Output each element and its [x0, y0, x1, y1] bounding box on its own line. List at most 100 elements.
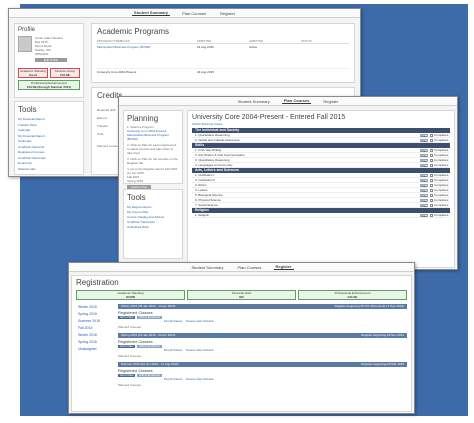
- completes-label: Completes: [434, 202, 449, 207]
- plan-button[interactable]: Plan: [420, 148, 428, 153]
- tab-plan-courses[interactable]: Plan Courses: [281, 98, 312, 104]
- completes-checkbox[interactable]: [430, 148, 433, 152]
- completes-checkbox[interactable]: [430, 158, 433, 162]
- registration-title: Registration: [76, 278, 119, 287]
- tab-student-summary[interactable]: Student Summary: [189, 265, 225, 270]
- requirement-row: 7. Social Science Plan Completes: [192, 203, 450, 208]
- edit-enrollment-button[interactable]: Edit an Enrollment: [137, 316, 162, 320]
- completes-label: Completes: [434, 137, 449, 142]
- tab-register[interactable]: Register: [218, 11, 237, 16]
- planning-step: 2. Click on Plan for each requirement to…: [127, 143, 177, 155]
- edit-enrollment-button[interactable]: Edit an Enrollment: [137, 374, 162, 378]
- sidebar-item-term[interactable]: Spring 2015: [76, 311, 118, 318]
- plan-button-label: Plan: [421, 194, 427, 198]
- requirement-label[interactable]: 4. Languages of Community: [195, 163, 420, 168]
- sidebar-item-term[interactable]: Fall 2015: [76, 325, 118, 332]
- add-class-button[interactable]: Add a Class: [118, 345, 136, 349]
- program-link[interactable]: Metropolitan Business Program (BUSM): [127, 133, 179, 141]
- sidebar-item-term[interactable]: Summer 2015: [76, 318, 118, 325]
- plan-button-label: Plan: [421, 174, 427, 178]
- desktop: Student Summary Plan Courses Register Pr…: [0, 0, 474, 423]
- plan-button[interactable]: Plan: [420, 178, 428, 183]
- add-class-button[interactable]: Add a Class: [118, 374, 136, 378]
- plan-button[interactable]: Plan: [420, 203, 428, 208]
- planned-courses-label: Planned Courses: [118, 383, 142, 387]
- plan-button[interactable]: Plan: [420, 193, 428, 198]
- plan-button-label: Plan: [421, 199, 427, 203]
- plan-button[interactable]: Plan: [420, 158, 428, 163]
- planned-courses-label: Planned Courses: [118, 354, 142, 358]
- completes-checkbox[interactable]: [430, 163, 433, 167]
- requirement-label[interactable]: 1. Religion: [195, 213, 420, 218]
- tab-register[interactable]: Register: [273, 264, 294, 270]
- term-register-date: Register beginning 03 Mar 2015: [361, 362, 404, 366]
- tab-plan-courses[interactable]: Plan Courses: [235, 265, 263, 270]
- plan-button[interactable]: Plan: [420, 213, 428, 218]
- completes-checkbox[interactable]: [430, 198, 433, 202]
- top-nav: Student Summary Plan Courses Register: [69, 263, 414, 272]
- completes-checkbox[interactable]: [430, 138, 433, 142]
- completes-checkbox[interactable]: [430, 213, 433, 217]
- status-badge: Financial Hold NO: [187, 290, 296, 300]
- requirement-label[interactable]: 7. Social Science: [195, 203, 420, 208]
- plan-button[interactable]: Plan: [420, 153, 428, 158]
- plan-button-label: Plan: [421, 204, 427, 208]
- completes-checkbox[interactable]: [430, 183, 433, 187]
- drop-all-classes-link[interactable]: Drop All Classes: [164, 320, 182, 323]
- drop-all-classes-link[interactable]: Drop All Classes: [164, 378, 182, 381]
- sidebar-item-term[interactable]: Spring 2016: [76, 339, 118, 346]
- completes-checkbox[interactable]: [430, 153, 433, 157]
- plan-button[interactable]: Plan: [420, 183, 428, 188]
- edit-enrollment-button[interactable]: Edit an Enrollment: [137, 345, 162, 349]
- planning-title: Planning: [127, 114, 159, 123]
- tool-link[interactable]: Unfinished Work: [127, 225, 179, 230]
- term-actions: Add a Class Edit an EnrollmentDrop All Cl…: [118, 374, 407, 382]
- term-register-date: Register beginning 05 Oct 2014 (ends 17 …: [334, 304, 404, 308]
- reserve-schedule-link[interactable]: Reserve Class Schedule: [186, 320, 213, 323]
- edit-profile-button[interactable]: Edit Profile: [35, 58, 67, 62]
- completes-checkbox[interactable]: [430, 178, 433, 182]
- requirements-title: University Core 2004-Present - Entered F…: [192, 114, 346, 121]
- sidebar-item-term[interactable]: Winter 2015: [76, 304, 118, 311]
- status-badge: Finance Group FALSE: [50, 68, 80, 78]
- add-class-button[interactable]: Add a Class: [118, 316, 136, 320]
- switch-planning-views-link[interactable]: Switch Planning Views: [192, 122, 450, 126]
- term-register-date: Register beginning 19 Nov 2014: [361, 333, 404, 337]
- reserve-schedule-link[interactable]: Reserve Class Schedule: [186, 378, 213, 381]
- tab-student-summary[interactable]: Student Summary: [131, 10, 171, 16]
- plan-button[interactable]: Plan: [420, 198, 428, 203]
- programs-title: Academic Programs: [97, 27, 170, 36]
- requirement-sections: The Individual and Society 1. Quantitativ…: [192, 128, 450, 218]
- plan-button[interactable]: Plan: [420, 173, 428, 178]
- registered-classes-label: Registered Classes: [118, 368, 153, 373]
- requirement-label[interactable]: 2. Global and Cultural Awareness: [195, 138, 420, 143]
- status-badge: Academic Standing GOOD: [76, 290, 185, 300]
- tool-link[interactable]: Shared Links: [18, 167, 80, 173]
- completes-label: Completes: [434, 212, 449, 217]
- reserve-schedule-link[interactable]: Reserve Class Schedule: [186, 349, 213, 352]
- completes-checkbox[interactable]: [430, 188, 433, 192]
- completes-checkbox[interactable]: [430, 133, 433, 137]
- sidebar-item-term[interactable]: Winter 2016: [76, 332, 118, 339]
- plan-button[interactable]: Plan: [420, 138, 428, 143]
- plan-button-label: Plan: [421, 179, 427, 183]
- plan-button-label: Plan: [421, 159, 427, 163]
- table-row[interactable]: University Core 2004-Present 24 Aug 2015: [97, 68, 349, 75]
- plan-button[interactable]: Plan: [420, 133, 428, 138]
- tab-student-summary[interactable]: Student Summary: [236, 99, 272, 104]
- plan-button[interactable]: Plan: [420, 188, 428, 193]
- term-option[interactable]: Spring 2016: [127, 179, 179, 183]
- planning-step: 3. Click on Plan for the courses on the …: [127, 157, 178, 165]
- profile-line: (555)4321: [35, 52, 49, 56]
- planning-card: Planning 1. Select a Program University …: [123, 110, 183, 189]
- tab-register[interactable]: Register: [321, 99, 340, 104]
- term-block: Spring 2015 (13 Jan 2015 - 23 Apr 2015) R…: [118, 333, 407, 358]
- term-actions: Add a Class Edit an EnrollmentDrop All Cl…: [118, 345, 407, 353]
- completes-checkbox[interactable]: [430, 173, 433, 177]
- completes-checkbox[interactable]: [430, 193, 433, 197]
- sidebar-item-term[interactable]: Unassigned: [76, 346, 118, 353]
- tab-plan-courses[interactable]: Plan Courses: [180, 11, 208, 16]
- completes-checkbox[interactable]: [430, 203, 433, 207]
- plan-button[interactable]: Plan: [420, 163, 428, 168]
- drop-all-classes-link[interactable]: Drop All Classes: [164, 349, 182, 352]
